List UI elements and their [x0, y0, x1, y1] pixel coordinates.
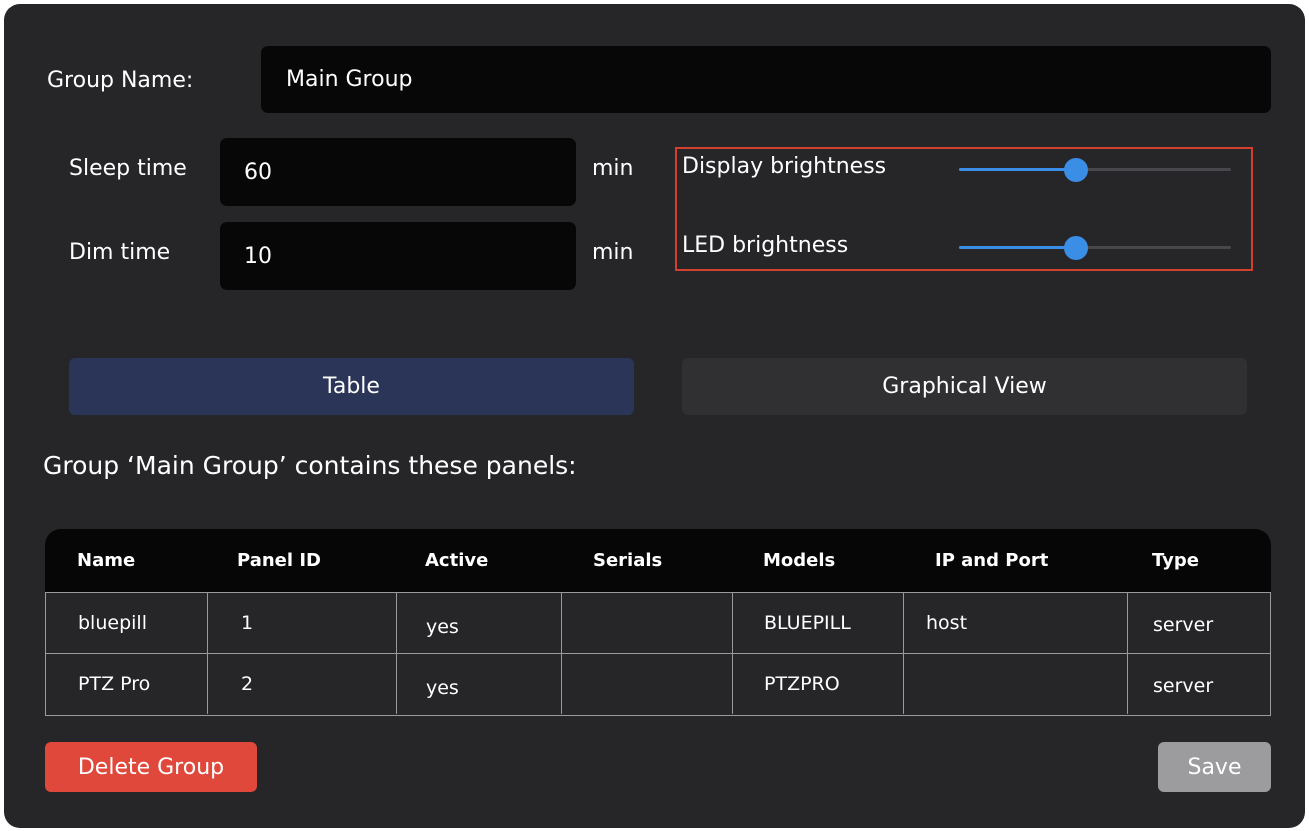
- dim-time-input[interactable]: 10: [220, 222, 576, 290]
- save-button[interactable]: Save: [1158, 742, 1271, 792]
- display-brightness-thumb[interactable]: [1063, 158, 1088, 182]
- panels-heading: Group ‘Main Group’ contains these panels…: [43, 451, 577, 480]
- cell-panel-id: 1: [241, 612, 254, 634]
- column-header-active[interactable]: Active: [425, 529, 488, 592]
- display-brightness-slider[interactable]: [959, 158, 1231, 182]
- cell-active: yes: [426, 677, 459, 699]
- column-header-panel-id[interactable]: Panel ID: [237, 529, 321, 592]
- tab-graphical-view[interactable]: Graphical View: [682, 358, 1247, 415]
- cell-panel-id: 2: [241, 673, 254, 695]
- column-header-name[interactable]: Name: [77, 529, 135, 592]
- cell-name: PTZ Pro: [78, 673, 151, 695]
- cell-type: server: [1153, 675, 1214, 697]
- led-brightness-label: LED brightness: [682, 233, 849, 258]
- cell-type: server: [1153, 614, 1214, 636]
- column-header-ip-port[interactable]: IP and Port: [935, 529, 1048, 592]
- group-name-label: Group Name:: [47, 68, 194, 93]
- table-row[interactable]: bluepill 1 yes BLUEPILL host server: [45, 592, 1271, 654]
- cell-name: bluepill: [78, 612, 147, 634]
- group-name-value: Main Group: [286, 67, 413, 92]
- column-header-type[interactable]: Type: [1152, 529, 1199, 592]
- column-header-models[interactable]: Models: [763, 529, 835, 592]
- table-row[interactable]: PTZ Pro 2 yes PTZPRO server: [45, 654, 1271, 716]
- panels-table: Name Panel ID Active Serials Models IP a…: [45, 529, 1271, 716]
- delete-group-button[interactable]: Delete Group: [45, 742, 257, 792]
- sleep-time-label: Sleep time: [69, 156, 187, 181]
- dim-time-unit: min: [592, 240, 634, 265]
- cell-models: BLUEPILL: [764, 612, 851, 634]
- sleep-time-unit: min: [592, 156, 634, 181]
- group-settings-panel: Group Name: Main Group Sleep time 60 min…: [4, 4, 1305, 828]
- table-header: Name Panel ID Active Serials Models IP a…: [45, 529, 1271, 592]
- led-brightness-fill: [959, 246, 1076, 249]
- led-brightness-thumb[interactable]: [1063, 236, 1088, 260]
- dim-time-label: Dim time: [69, 240, 171, 265]
- cell-active: yes: [426, 616, 459, 638]
- sleep-time-value: 60: [244, 159, 272, 185]
- display-brightness-label: Display brightness: [682, 154, 887, 179]
- sleep-time-input[interactable]: 60: [220, 138, 576, 206]
- led-brightness-slider[interactable]: [959, 236, 1231, 260]
- tab-table[interactable]: Table: [69, 358, 634, 415]
- cell-models: PTZPRO: [764, 673, 840, 695]
- cell-ip-port: host: [926, 612, 968, 634]
- dim-time-value: 10: [244, 243, 272, 269]
- display-brightness-fill: [959, 168, 1076, 171]
- column-header-serials[interactable]: Serials: [593, 529, 662, 592]
- group-name-input[interactable]: Main Group: [261, 46, 1271, 113]
